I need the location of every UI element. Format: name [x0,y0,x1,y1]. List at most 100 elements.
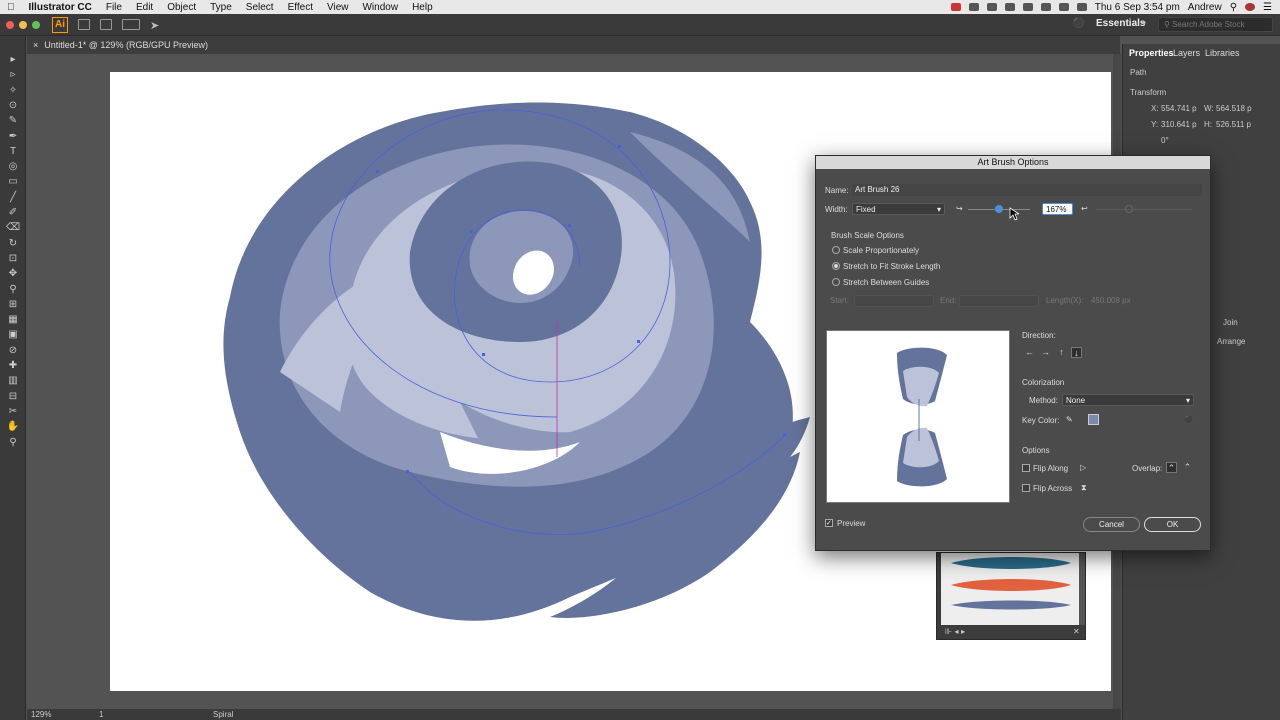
tool-icon[interactable]: ⌫ [6,222,20,234]
stock-icon[interactable] [100,19,112,30]
stretch-to-fit-label[interactable]: Stretch to Fit Stroke Length [843,262,940,271]
document-tab[interactable]: × Untitled-1* @ 129% (RGB/GPU Preview) [27,36,1120,54]
tool-icon[interactable]: ◎ [6,161,20,173]
tool-icon[interactable]: ✐ [6,207,20,219]
flip-across-checkbox[interactable] [1022,484,1030,492]
menu-type[interactable]: Type [203,2,239,13]
tool-icon[interactable]: T [6,146,20,158]
zoom-level[interactable]: 129% [31,710,51,719]
cancel-button[interactable]: Cancel [1083,517,1140,532]
tool-icon[interactable]: ╱ [6,192,20,204]
tool-icon[interactable]: ▣ [6,329,20,341]
stretch-between-guides-radio[interactable] [832,278,840,286]
lightbulb-icon[interactable]: ⚫ [1072,18,1084,29]
width-mode-select[interactable]: Fixed ▾ [852,203,945,215]
tool-icon[interactable]: ⚲ [6,437,20,449]
tool-icon[interactable]: ✎ [6,115,20,127]
w-field[interactable]: 564.518 p [1216,104,1252,113]
key-color-swatch[interactable] [1088,414,1099,425]
spotlight-icon[interactable]: ⚲ [1230,2,1237,13]
status-icon[interactable] [1004,3,1015,11]
brush-swatches[interactable]: ⊪ ◂ ▸ ✕ [937,553,1087,641]
tab-properties[interactable]: Properties [1129,48,1174,58]
tool-icon[interactable]: ▹ [6,69,20,81]
close-window-button[interactable] [6,20,14,29]
preview-checkbox[interactable]: ✓ [825,519,833,527]
apple-icon[interactable]:  [0,2,22,13]
h-field[interactable]: 526.511 p [1216,120,1251,129]
ok-button[interactable]: OK [1144,517,1201,532]
menu-window[interactable]: Window [355,2,405,13]
tool-icon[interactable]: ▸ [6,54,20,66]
y-field[interactable]: 310.641 p [1161,120,1197,129]
method-select[interactable]: None ▾ [1062,394,1194,406]
arrange-button[interactable]: Arrange [1217,337,1245,346]
tab-layers[interactable]: Layers [1173,48,1200,58]
tab-libraries[interactable]: Libraries [1205,48,1240,58]
stretch-to-fit-radio[interactable] [832,262,840,270]
siri-icon[interactable] [1245,3,1256,11]
tool-icon[interactable]: ✧ [6,85,20,97]
tool-icon[interactable]: ⊟ [6,391,20,403]
menu-effect[interactable]: Effect [281,2,320,13]
battery-icon[interactable] [1076,3,1087,11]
scale-proportionately-label[interactable]: Scale Proportionately [843,246,919,255]
tool-icon[interactable]: ✂ [6,406,20,418]
chevron-down-icon[interactable]: ▾ [1142,19,1146,28]
menu-edit[interactable]: Edit [129,2,160,13]
clock[interactable]: Thu 6 Sep 3:54 pm [1095,2,1180,13]
tool-icon[interactable]: ⊡ [6,253,20,265]
user-name[interactable]: Andrew [1188,2,1222,13]
flip-along-checkbox[interactable] [1022,464,1030,472]
eyedropper-icon[interactable]: ✎ [1066,415,1073,424]
flip-across-label[interactable]: Flip Across [1033,484,1072,493]
menu-help[interactable]: Help [405,2,440,13]
arrange-documents-icon[interactable] [122,19,140,30]
direction-right-button[interactable]: → [1040,347,1051,358]
artboard-number[interactable]: 1 [99,710,103,719]
flip-along-label[interactable]: Flip Along [1033,464,1068,473]
direction-down-button[interactable]: ↓ [1071,347,1082,358]
scale-proportionately-radio[interactable] [832,246,840,254]
menu-object[interactable]: Object [160,2,203,13]
menu-view[interactable]: View [320,2,356,13]
name-input[interactable]: Art Brush 26 [852,184,1202,196]
menu-file[interactable]: File [99,2,129,13]
menu-select[interactable]: Select [239,2,281,13]
width-percent-input[interactable]: 167% [1042,203,1073,215]
dialog-title[interactable]: Art Brush Options [816,156,1210,169]
tool-icon[interactable]: ▭ [6,176,20,188]
join-button[interactable]: Join [1223,318,1238,327]
direction-up-button[interactable]: ↑ [1056,347,1067,358]
tool-icon[interactable]: ⊘ [6,345,20,357]
bridge-icon[interactable] [78,19,90,30]
notification-center-icon[interactable]: ☰ [1263,2,1272,13]
status-icon[interactable] [1022,3,1033,11]
close-tab-icon[interactable]: × [33,40,38,50]
stretch-between-guides-label[interactable]: Stretch Between Guides [843,278,929,287]
zoom-window-button[interactable] [32,20,40,29]
stock-search-input[interactable]: ⚲ Search Adobe Stock [1158,17,1273,32]
tool-icon[interactable]: ▦ [6,314,20,326]
tool-icon[interactable]: ✒ [6,131,20,143]
direction-left-button[interactable]: ← [1024,347,1035,358]
tool-icon[interactable]: ✋ [6,421,20,433]
workspace-switcher[interactable]: Essentials [1096,18,1145,29]
status-icon[interactable] [968,3,979,11]
rotate-field[interactable]: 0° [1161,136,1169,145]
record-icon[interactable] [950,3,961,11]
tool-icon[interactable]: ⊞ [6,299,20,311]
preview-label[interactable]: Preview [837,519,865,528]
tool-icon[interactable]: ⚲ [6,284,20,296]
tool-icon[interactable]: ✥ [6,268,20,280]
x-field[interactable]: 554.741 p [1161,104,1197,113]
wifi-icon[interactable] [1040,3,1051,11]
tool-icon[interactable]: ✚ [6,360,20,372]
tool-icon[interactable]: ▥ [6,375,20,387]
gpu-performance-icon[interactable]: ➤ [150,19,162,32]
status-icon[interactable] [986,3,997,11]
width-slider-thumb[interactable] [995,205,1003,213]
volume-icon[interactable] [1058,3,1069,11]
tool-icon[interactable]: ↻ [6,238,20,250]
tips-icon[interactable]: ⚫ [1184,415,1194,424]
